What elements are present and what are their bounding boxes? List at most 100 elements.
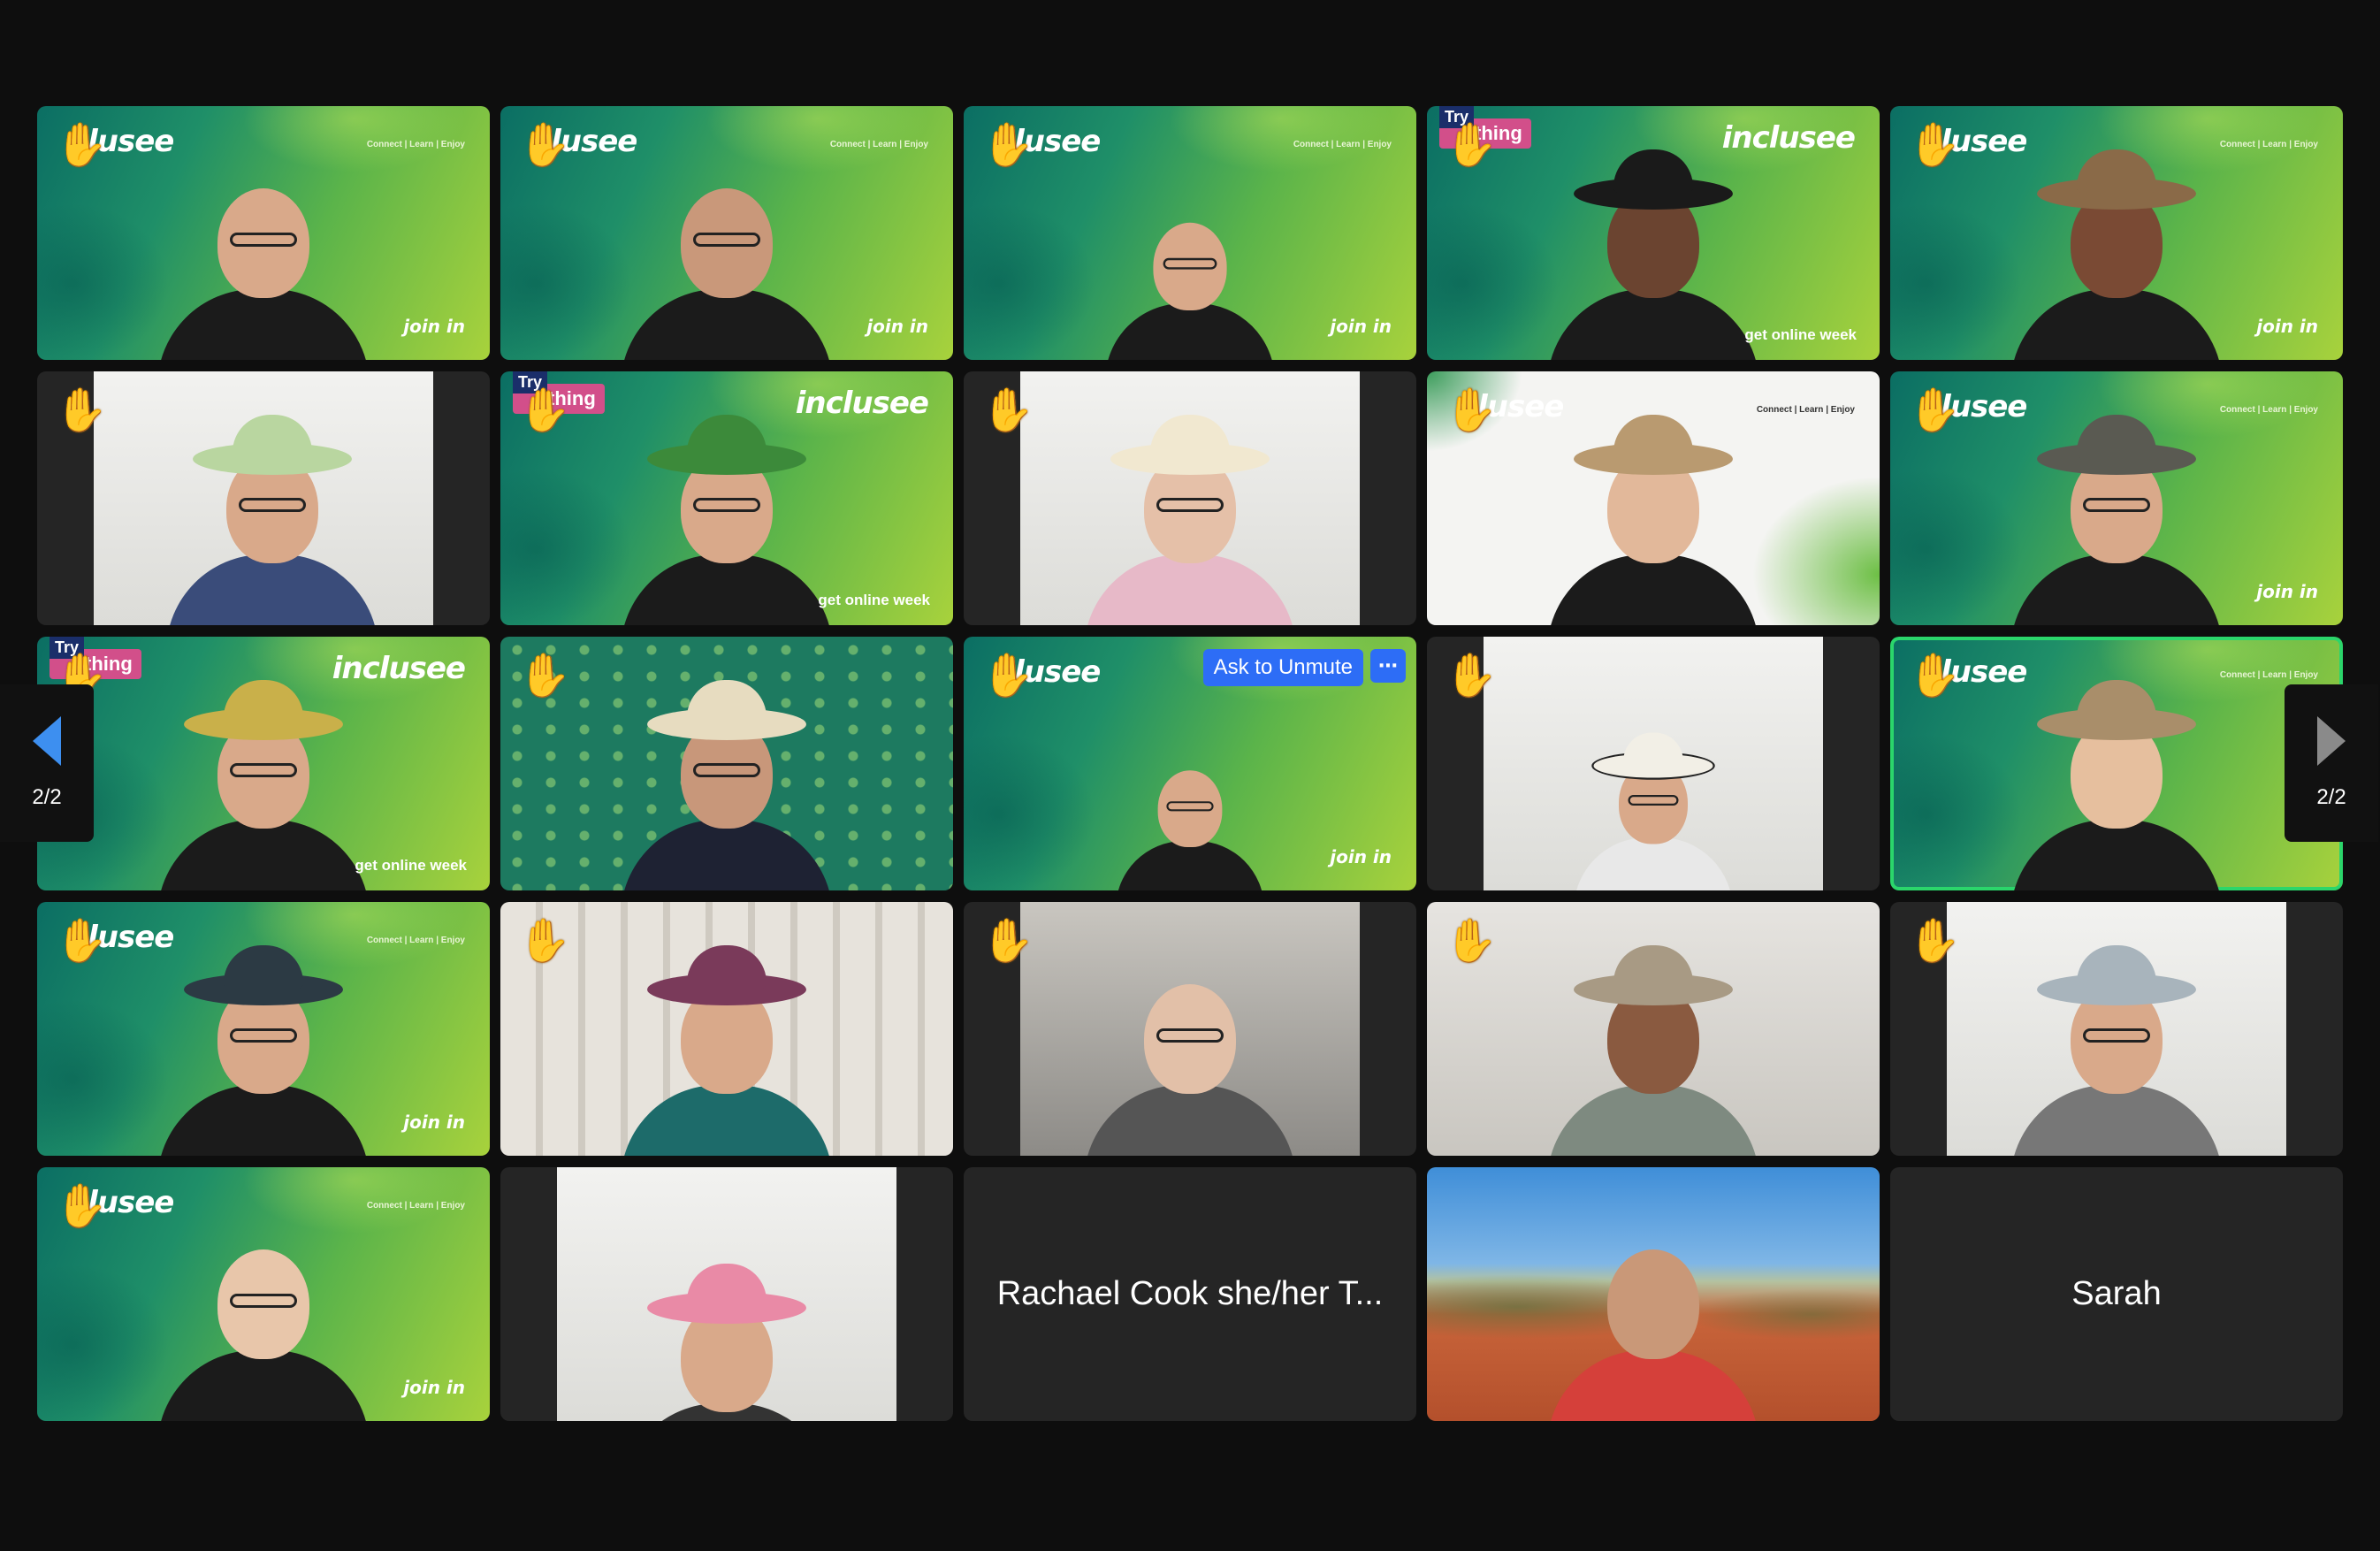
video-tile[interactable]: ✋ xyxy=(37,371,490,625)
participant-video xyxy=(149,1209,378,1421)
join-in-logo: join in xyxy=(866,316,928,337)
raised-hand-icon: ✋ xyxy=(1908,916,1961,966)
raised-hand-icon: ✋ xyxy=(55,1181,108,1231)
join-in-logo: join in xyxy=(1330,316,1392,337)
raised-hand-icon: ✋ xyxy=(1908,120,1961,170)
ask-to-unmute-button[interactable]: Ask to Unmute xyxy=(1202,649,1363,686)
participant-video xyxy=(1098,190,1282,360)
camera-frame xyxy=(1484,637,1823,890)
participant-video xyxy=(1538,944,1768,1156)
raised-hand-icon: ✋ xyxy=(1445,386,1498,435)
camera-frame xyxy=(1020,371,1360,625)
participant-video xyxy=(1110,742,1270,890)
video-tile[interactable]: ✋ xyxy=(1427,637,1880,890)
tagline: Connect | Learn | Enjoy xyxy=(829,140,928,149)
tagline: Connect | Learn | Enjoy xyxy=(2219,405,2318,415)
raised-hand-icon: ✋ xyxy=(55,916,108,966)
raised-hand-icon: ✋ xyxy=(1908,386,1961,435)
raised-hand-icon: ✋ xyxy=(1445,916,1498,966)
participant-video xyxy=(2002,944,2231,1156)
participant-video xyxy=(2002,678,2231,890)
next-page-button[interactable]: 2/2 xyxy=(2285,684,2378,842)
tagline: Connect | Learn | Enjoy xyxy=(366,936,465,945)
more-options-button[interactable]: ⋯ xyxy=(1370,649,1406,683)
participant-video xyxy=(1075,413,1305,625)
tagline: Connect | Learn | Enjoy xyxy=(2219,670,2318,680)
raised-hand-icon: ✋ xyxy=(981,651,1034,700)
join-in-logo: join in xyxy=(403,1112,465,1133)
raised-hand-icon: ✋ xyxy=(518,916,571,966)
participant-video xyxy=(149,678,378,890)
get-online-week-logo: get online week xyxy=(818,592,930,608)
raised-hand-icon: ✋ xyxy=(518,120,571,170)
tagline: Connect | Learn | Enjoy xyxy=(366,140,465,149)
participant-video xyxy=(612,944,842,1156)
page-indicator: 2/2 xyxy=(32,785,62,809)
get-online-week-logo: get online week xyxy=(355,857,467,874)
participant-video xyxy=(2002,413,2231,625)
video-tile[interactable]: ✋ xyxy=(500,637,953,890)
participant-video xyxy=(612,413,842,625)
raised-hand-icon: ✋ xyxy=(981,120,1034,170)
tagline: Connect | Learn | Enjoy xyxy=(1756,405,1855,415)
participant-name: Sarah xyxy=(2071,1275,2162,1312)
triangle-right-icon xyxy=(2317,716,2346,766)
tagline: Connect | Learn | Enjoy xyxy=(1293,140,1392,149)
video-tile[interactable]: clusee Connect | Learn | Enjoy ✋ xyxy=(1427,371,1880,625)
video-tile[interactable]: ✋ xyxy=(500,902,953,1156)
camera-frame xyxy=(1947,902,2286,1156)
participant-video xyxy=(612,1262,842,1421)
participant-video xyxy=(612,678,842,890)
join-in-logo: join in xyxy=(403,316,465,337)
participant-video xyxy=(149,944,378,1156)
join-in-logo: join in xyxy=(1330,846,1392,867)
raised-hand-icon: ✋ xyxy=(518,651,571,700)
video-tile[interactable]: Try thing inclusee get online week ✋ xyxy=(1427,106,1880,360)
video-tile[interactable] xyxy=(500,1167,953,1421)
video-tile-camera-off[interactable]: Sarah xyxy=(1890,1167,2343,1421)
raised-hand-icon: ✋ xyxy=(55,386,108,435)
join-in-logo: join in xyxy=(2256,581,2318,602)
video-tile[interactable]: clusee Connect | Learn | Enjoy join in ✋ xyxy=(964,106,1416,360)
video-tile[interactable]: ✋ xyxy=(1890,902,2343,1156)
video-tile-active-speaker[interactable]: clusee Connect | Learn | Enjoy ✋ xyxy=(1890,637,2343,890)
raised-hand-icon: ✋ xyxy=(981,386,1034,435)
video-tile[interactable]: clusee Connect | Learn | Enjoy join in ✋ xyxy=(37,902,490,1156)
video-tile[interactable]: clusee join in ✋ Ask to Unmute ⋯ xyxy=(964,637,1416,890)
previous-page-button[interactable]: 2/2 xyxy=(0,684,94,842)
camera-frame xyxy=(1020,902,1360,1156)
raised-hand-icon: ✋ xyxy=(1445,120,1498,170)
join-in-logo: join in xyxy=(2256,316,2318,337)
participant-video xyxy=(157,413,378,625)
video-tile[interactable]: Try thing inclusee get online week ✋ xyxy=(37,637,490,890)
get-online-week-logo: get online week xyxy=(1744,326,1857,343)
video-tile[interactable] xyxy=(1427,1167,1880,1421)
raised-hand-icon: ✋ xyxy=(1445,651,1498,700)
video-tile[interactable]: clusee Connect | Learn | Enjoy join in ✋ xyxy=(37,1167,490,1421)
video-tile[interactable]: ✋ xyxy=(964,902,1416,1156)
triangle-left-icon xyxy=(33,716,61,766)
participant-video xyxy=(2002,148,2231,360)
video-tile[interactable]: ✋ xyxy=(964,371,1416,625)
participant-video xyxy=(1568,731,1740,890)
video-tile[interactable]: clusee Connect | Learn | Enjoy join in ✋ xyxy=(37,106,490,360)
participant-video xyxy=(1075,944,1305,1156)
tagline: Connect | Learn | Enjoy xyxy=(2219,140,2318,149)
raised-hand-icon: ✋ xyxy=(55,120,108,170)
page-indicator: 2/2 xyxy=(2316,785,2346,809)
participant-video xyxy=(1538,148,1768,360)
raised-hand-icon: ✋ xyxy=(981,916,1034,966)
participant-name: Rachael Cook she/her T... xyxy=(996,1275,1384,1312)
video-gallery: clusee Connect | Learn | Enjoy join in ✋… xyxy=(37,106,2343,1424)
tagline: Connect | Learn | Enjoy xyxy=(366,1201,465,1211)
raised-hand-icon: ✋ xyxy=(518,386,571,435)
video-tile[interactable]: ✋ xyxy=(1427,902,1880,1156)
join-in-logo: join in xyxy=(403,1377,465,1398)
video-tile[interactable]: Try thing inclusee get online week ✋ xyxy=(500,371,953,625)
video-tile[interactable]: clusee Connect | Learn | Enjoy join in ✋ xyxy=(500,106,953,360)
participant-video xyxy=(612,148,842,360)
video-tile[interactable]: clusee Connect | Learn | Enjoy join in ✋ xyxy=(1890,106,2343,360)
video-tile[interactable]: clusee Connect | Learn | Enjoy join in ✋ xyxy=(1890,371,2343,625)
video-tile-camera-off[interactable]: Rachael Cook she/her T... xyxy=(964,1167,1416,1421)
camera-frame xyxy=(94,371,433,625)
